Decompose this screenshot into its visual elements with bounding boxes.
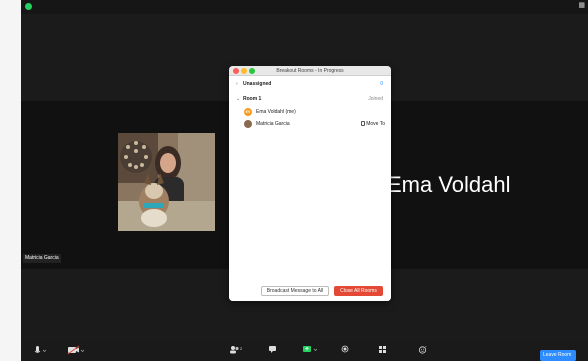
unassigned-section[interactable]: › Unassigned 0 <box>229 78 391 90</box>
participant-row[interactable]: Matricia Garcia Move To <box>229 118 391 130</box>
svg-text:2: 2 <box>240 346 243 351</box>
breakout-rooms-icon[interactable] <box>377 345 389 357</box>
active-speaker-name: Ema Voldahl <box>387 172 511 197</box>
dialog-footer: Broadcast Message to All Close All Rooms <box>229 282 391 301</box>
move-to-icon <box>361 121 366 126</box>
participant-video-image <box>118 133 215 231</box>
participant-video-tile[interactable] <box>118 133 215 231</box>
room-1-label: Room 1 <box>243 96 262 102</box>
chat-icon[interactable] <box>267 345 279 357</box>
meeting-toolbar: 2 + <box>21 340 588 361</box>
participants-icon[interactable]: 2 <box>228 345 244 357</box>
room-1-status: Joined <box>368 96 383 102</box>
avatar: EV <box>244 108 252 116</box>
shield-icon[interactable] <box>25 3 32 10</box>
move-to-button[interactable]: Move To <box>361 118 385 130</box>
chevron-down-icon[interactable]: ⌄ <box>236 93 240 105</box>
microphone-icon[interactable] <box>33 345 47 357</box>
record-icon[interactable] <box>339 345 351 357</box>
broadcast-message-button[interactable]: Broadcast Message to All <box>261 286 329 296</box>
participant-name-tag: Matricia Garcia <box>23 254 61 263</box>
dialog-titlebar: Breakout Rooms - In Progress <box>229 66 391 76</box>
video-icon[interactable] <box>67 345 85 357</box>
chevron-right-icon[interactable]: › <box>236 78 238 90</box>
desktop-edge <box>0 0 21 361</box>
meeting-topbar: ▦ <box>21 0 588 14</box>
participant-row[interactable]: EV Ema Voldahl (me) <box>229 106 391 118</box>
close-all-rooms-button[interactable]: Close All Rooms <box>334 286 383 296</box>
dialog-title: Breakout Rooms - In Progress <box>276 68 344 74</box>
move-to-label: Move To <box>366 121 385 127</box>
participant-name: Ema Voldahl (me) <box>256 109 296 115</box>
svg-text:+: + <box>425 345 427 349</box>
participant-name: Matricia Garcia <box>256 121 290 127</box>
reactions-icon[interactable]: + <box>417 345 429 357</box>
app-root: ▦ Ema Voldahl Matricia Garcia 2 + Leave … <box>0 0 588 361</box>
leave-room-button[interactable]: Leave Room <box>540 350 576 361</box>
unassigned-label: Unassigned <box>243 81 272 87</box>
avatar <box>244 120 252 128</box>
breakout-rooms-dialog: Breakout Rooms - In Progress › Unassigne… <box>229 66 391 301</box>
view-toggle-icon[interactable]: ▦ <box>578 1 585 9</box>
share-screen-icon[interactable] <box>301 345 319 357</box>
unassigned-count: 0 <box>380 81 383 87</box>
room-1-section[interactable]: ⌄ Room 1 Joined <box>229 93 391 105</box>
